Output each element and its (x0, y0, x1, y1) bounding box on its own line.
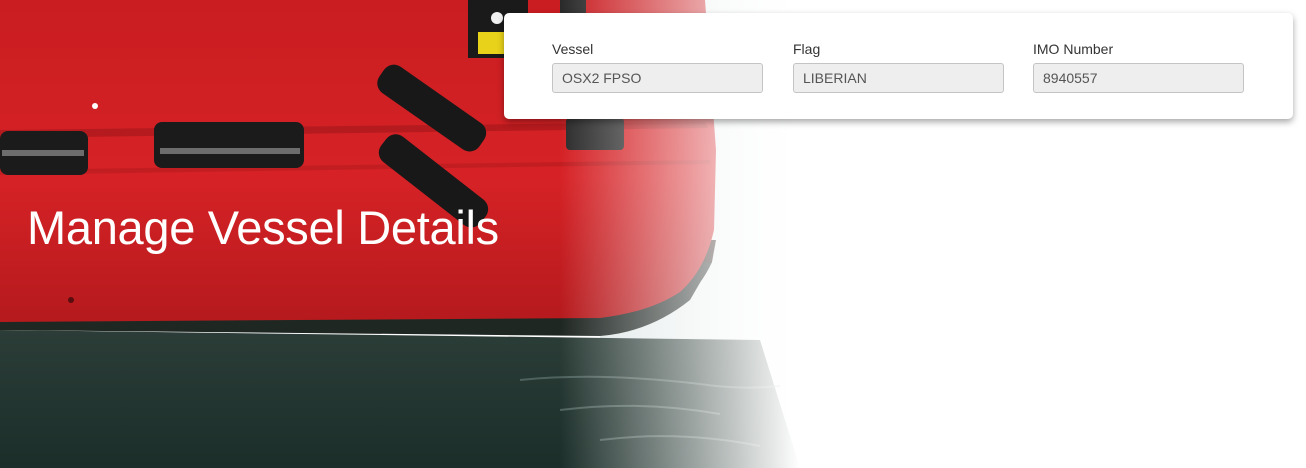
vessel-label: Vessel (552, 41, 594, 57)
flag-label: Flag (793, 41, 821, 57)
flag-input[interactable] (793, 63, 1004, 93)
vessel-details-card: Vessel Flag IMO Number (504, 13, 1293, 119)
imo-field-group: IMO Number (1033, 41, 1245, 93)
page-title: Manage Vessel Details (27, 201, 499, 254)
imo-number-label: IMO Number (1033, 41, 1114, 57)
vessel-input[interactable] (552, 63, 763, 93)
vessel-field-group: Vessel (552, 41, 764, 93)
flag-field-group: Flag (793, 41, 1005, 93)
imo-number-input[interactable] (1033, 63, 1244, 93)
